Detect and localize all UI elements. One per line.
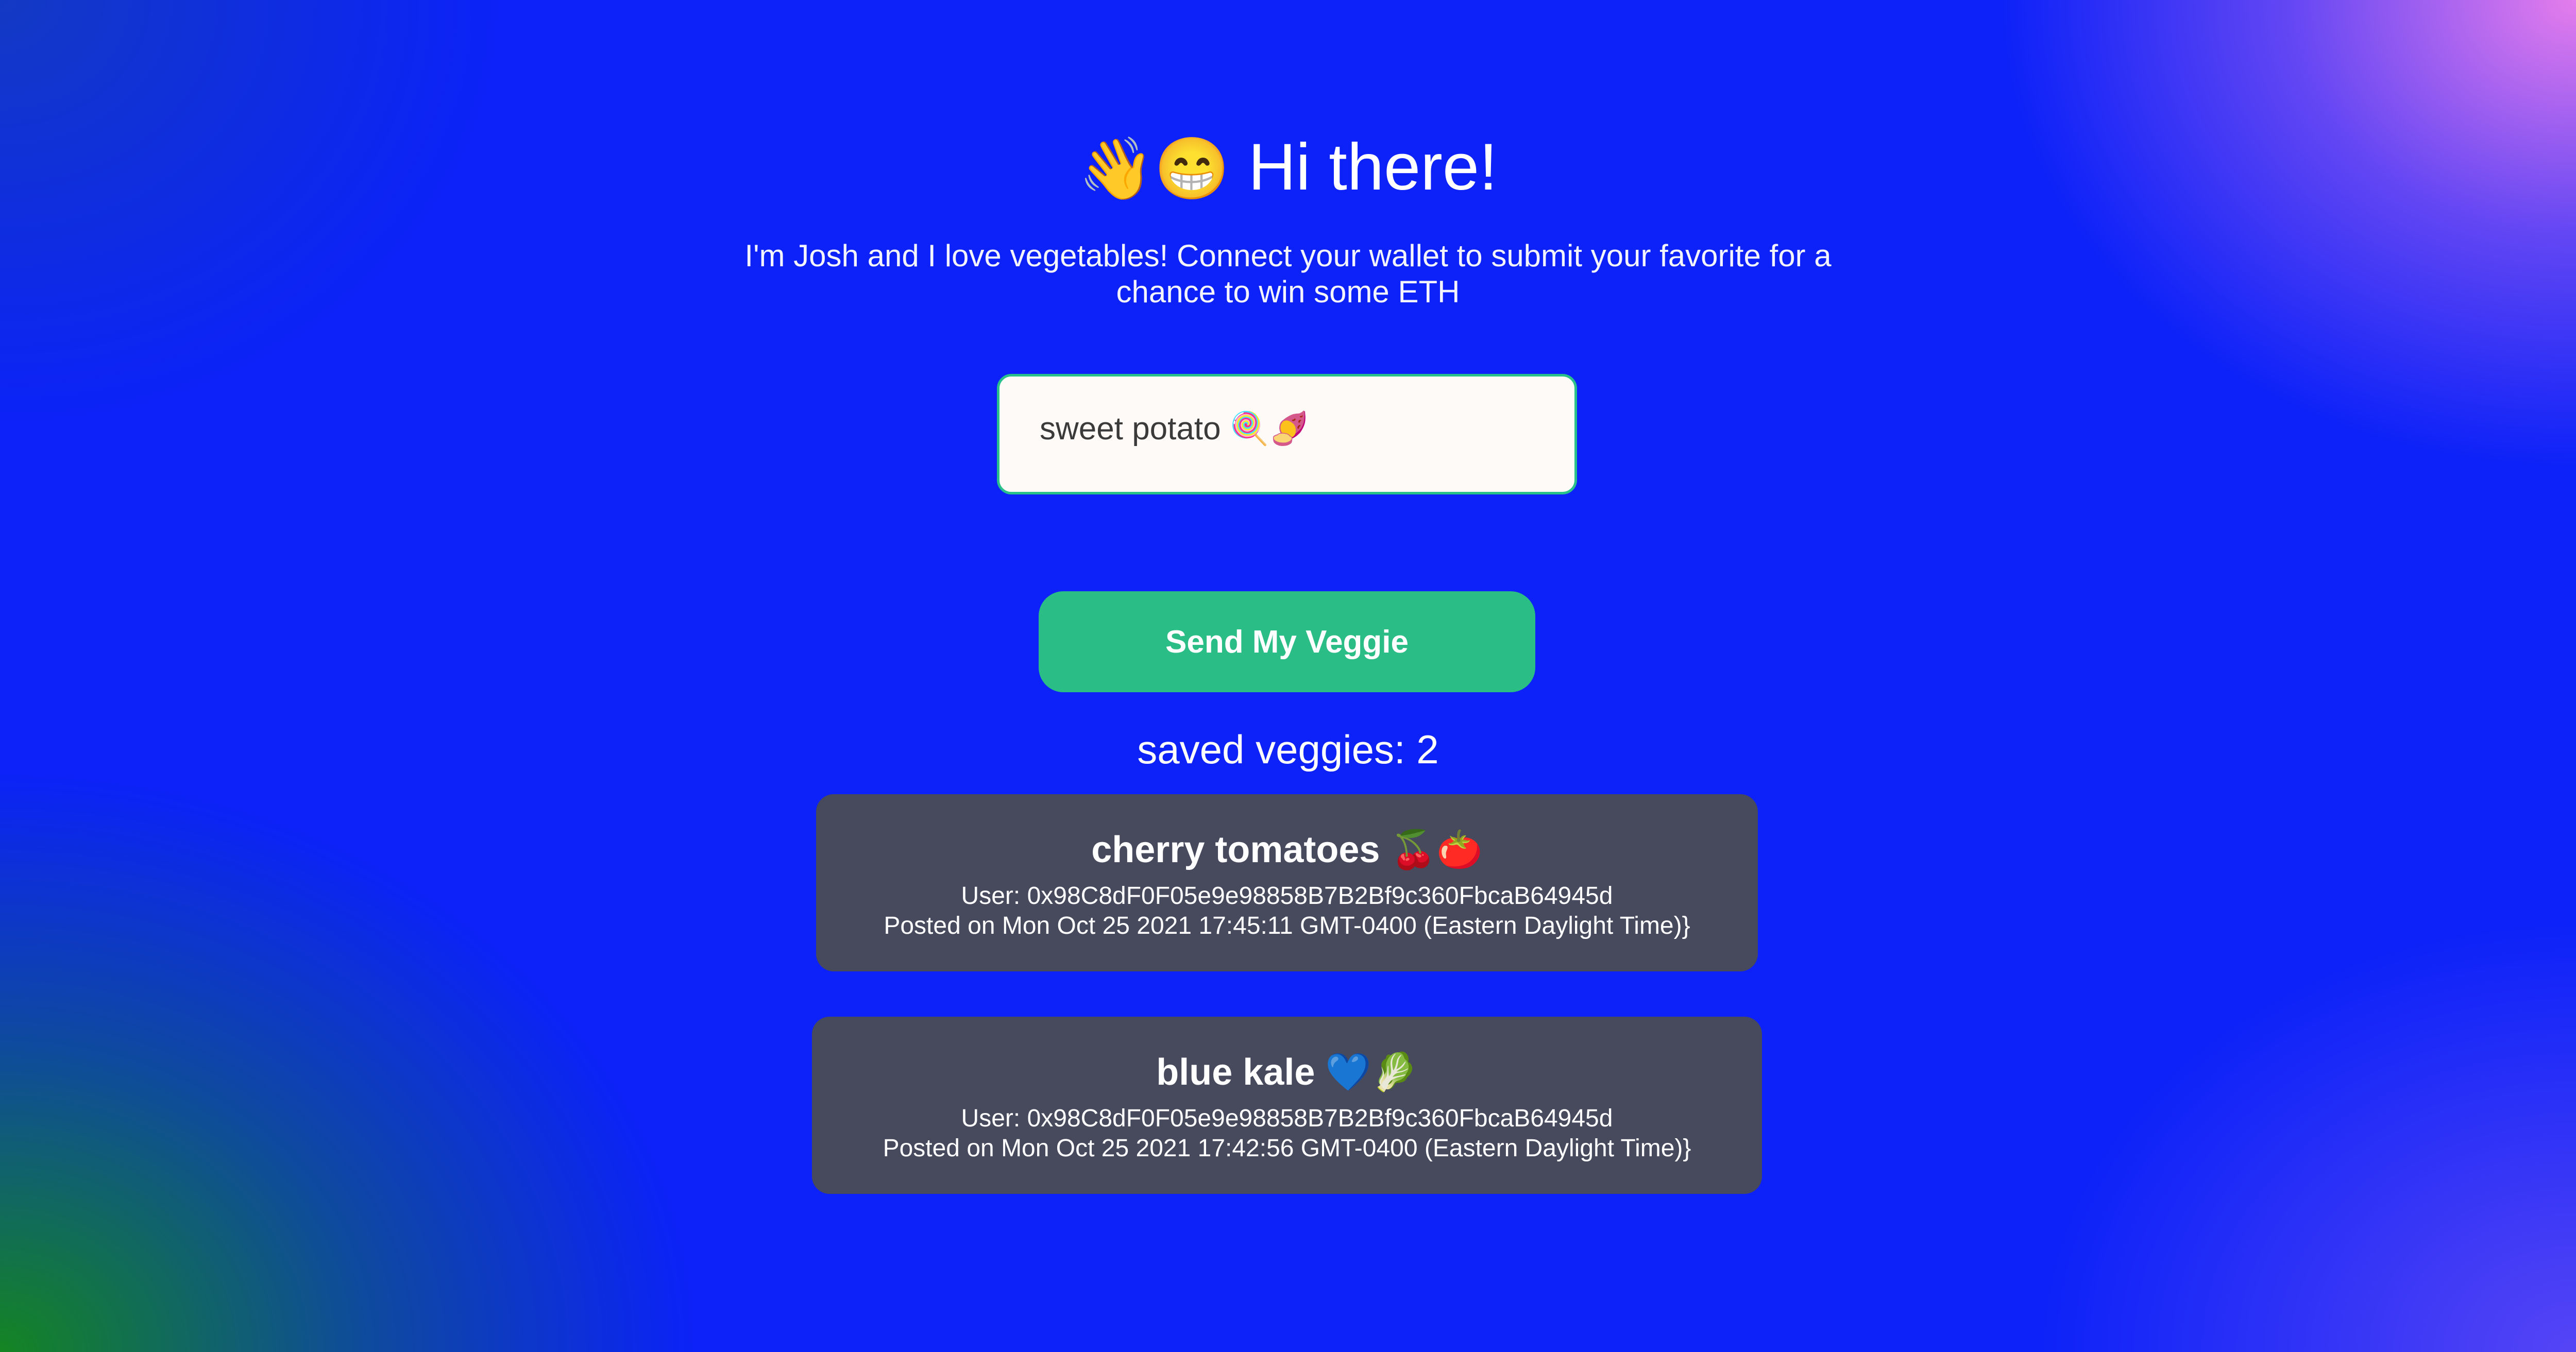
waving-hand-icon: 👋 [1078,135,1155,203]
veggie-posted-date: Posted on Mon Oct 25 2021 17:42:56 GMT-0… [883,1135,1691,1162]
send-veggie-button[interactable]: Send My Veggie [1039,591,1535,692]
page-title-text: Hi there! [1248,130,1498,204]
veggie-posted-date: Posted on Mon Oct 25 2021 17:45:11 GMT-0… [884,912,1690,939]
page: 👋😁 Hi there! I'm Josh and I love vegetab… [0,0,2576,1352]
veggie-user: User: 0x98C8dF0F05e9e98858B7B2Bf9c360Fbc… [961,882,1613,910]
page-title: 👋😁 Hi there! [0,124,2576,213]
veggie-title: cherry tomatoes 🍒🍅 [1091,829,1483,870]
veggie-input[interactable] [997,374,1577,494]
intro-text: I'm Josh and I love vegetables! Connect … [744,238,1832,309]
grinning-face-icon: 😁 [1154,135,1230,203]
veggie-user: User: 0x98C8dF0F05e9e98858B7B2Bf9c360Fbc… [961,1105,1613,1132]
saved-veggies-count: saved veggies: 2 [1137,727,1439,772]
veggie-card: cherry tomatoes 🍒🍅 User: 0x98C8dF0F05e9e… [816,794,1758,971]
veggie-title: blue kale 💙🥬 [1156,1052,1418,1093]
veggie-card: blue kale 💙🥬 User: 0x98C8dF0F05e9e98858B… [812,1017,1762,1194]
